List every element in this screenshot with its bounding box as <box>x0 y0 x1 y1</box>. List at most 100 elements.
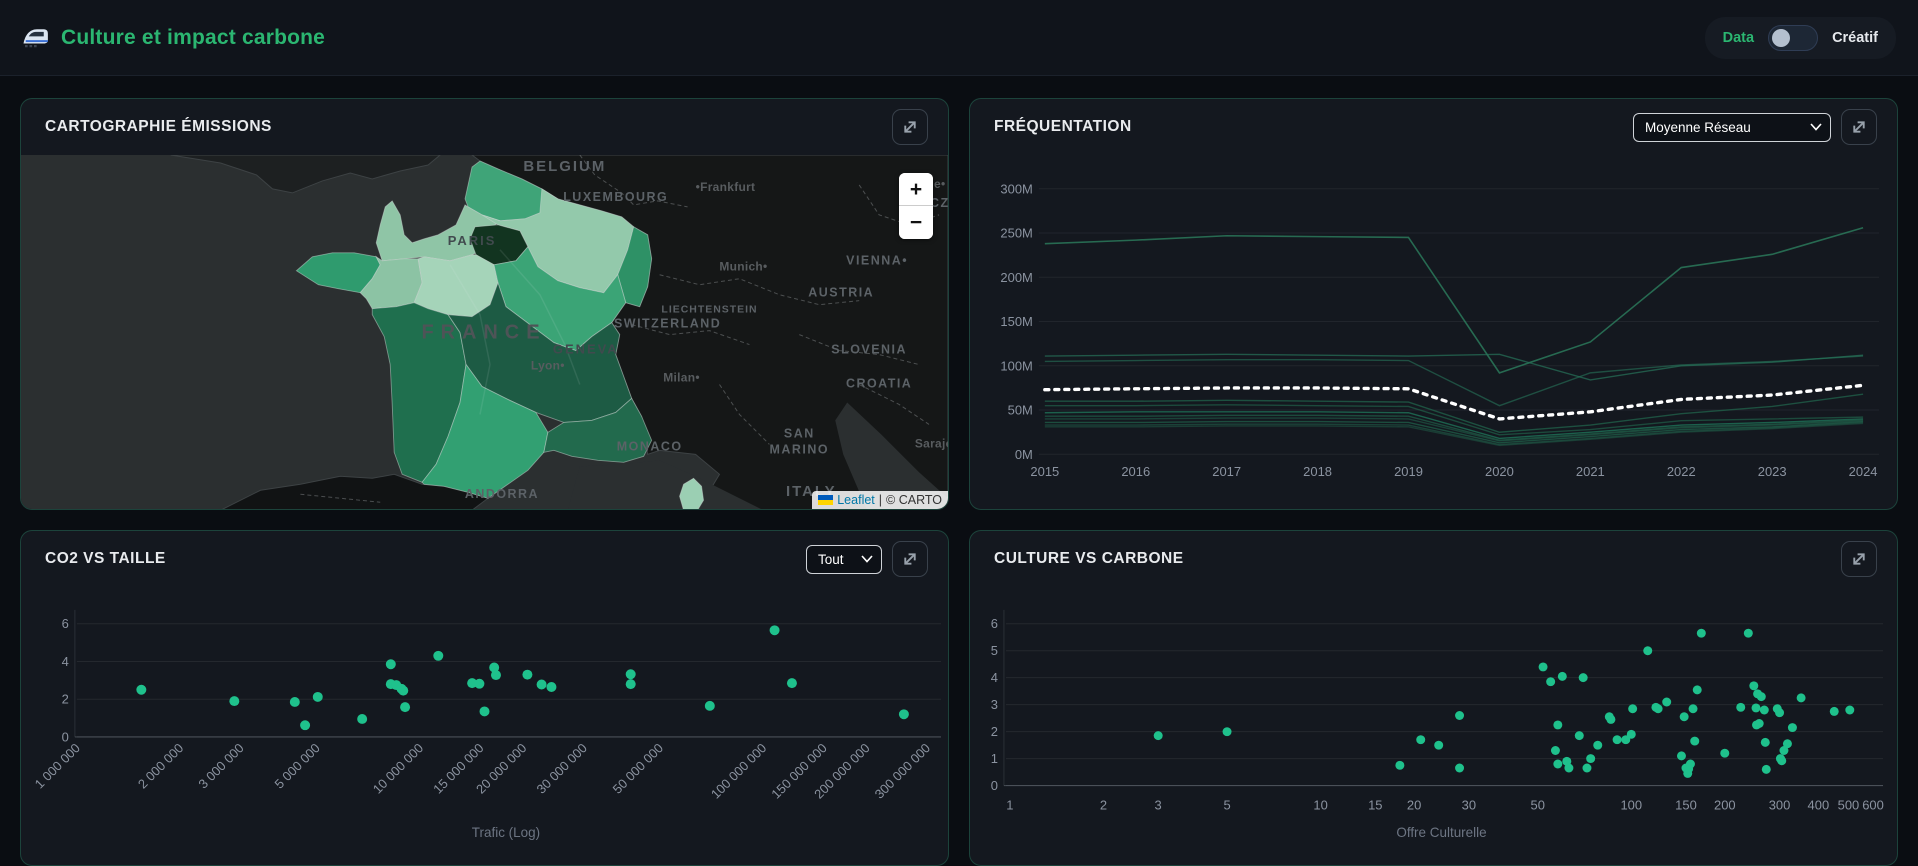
svg-text:3 000 000: 3 000 000 <box>195 740 246 791</box>
svg-text:200: 200 <box>1714 797 1736 812</box>
page-title: Culture et impact carbone <box>61 25 326 49</box>
svg-text:20: 20 <box>1407 797 1421 812</box>
svg-text:10 000 000: 10 000 000 <box>370 740 426 796</box>
svg-text:2015: 2015 <box>1030 464 1059 479</box>
svg-text:2023: 2023 <box>1758 464 1787 479</box>
expand-button[interactable] <box>892 109 928 145</box>
expand-button[interactable] <box>892 541 928 577</box>
svg-text:0M: 0M <box>1015 447 1033 462</box>
attribution-divider: | <box>878 493 883 508</box>
svg-text:50 000 000: 50 000 000 <box>610 740 666 796</box>
map-label: VIENNA• <box>846 254 908 268</box>
svg-text:150: 150 <box>1675 797 1697 812</box>
station-select[interactable]: Moyenne Réseau <box>1633 112 1831 142</box>
map-label: Lyon• <box>531 359 565 373</box>
zoom-in-button[interactable]: + <box>899 173 933 206</box>
svg-text:1: 1 <box>1006 797 1013 812</box>
svg-text:2018: 2018 <box>1303 464 1332 479</box>
ukraine-flag-icon <box>818 495 834 506</box>
panel-co2-header: CO2 VS TAILLE Tout <box>21 531 948 587</box>
svg-text:2: 2 <box>1100 797 1107 812</box>
expand-button[interactable] <box>1841 109 1877 145</box>
panel-cartographie-title: CARTOGRAPHIE ÉMISSIONS <box>45 118 272 135</box>
svg-text:250M: 250M <box>1000 226 1032 241</box>
zoom-out-button[interactable]: − <box>899 206 933 239</box>
svg-text:300 000 000: 300 000 000 <box>872 740 934 801</box>
toggle-label-data[interactable]: Data <box>1723 30 1754 46</box>
expand-icon <box>1853 121 1865 133</box>
map-label: Munich• <box>719 260 767 274</box>
map-label: AUSTRIA <box>808 286 874 300</box>
switch-knob <box>1772 28 1791 47</box>
dashboard-grid: CARTOGRAPHIE ÉMISSIONS BELGIUM LUXEMBOURG… <box>0 76 1918 866</box>
expand-button[interactable] <box>1841 541 1877 577</box>
svg-text:2: 2 <box>991 724 998 739</box>
app-header: Culture et impact carbone Data Créatif <box>0 0 1918 76</box>
map-label: SWITZERLAND <box>614 317 721 331</box>
svg-text:50: 50 <box>1531 797 1545 812</box>
svg-text:10: 10 <box>1313 797 1327 812</box>
svg-text:4: 4 <box>991 670 998 685</box>
svg-text:2019: 2019 <box>1394 464 1423 479</box>
svg-text:150M: 150M <box>1000 314 1032 329</box>
svg-text:3: 3 <box>1155 797 1162 812</box>
svg-text:2016: 2016 <box>1121 464 1150 479</box>
panel-cartographie: CARTOGRAPHIE ÉMISSIONS BELGIUM LUXEMBOURG… <box>20 98 949 510</box>
leaflet-map[interactable]: BELGIUMLUXEMBOURG•FrankfurtPrague•CZECHI… <box>21 155 948 510</box>
panel-frequentation-header: FRÉQUENTATION Moyenne Réseau <box>970 99 1897 155</box>
svg-text:15: 15 <box>1368 797 1382 812</box>
svg-text:100M: 100M <box>1000 358 1032 373</box>
panel-co2-title: CO2 VS TAILLE <box>45 550 166 567</box>
svg-text:1 000 000: 1 000 000 <box>32 740 83 791</box>
svg-text:3: 3 <box>991 697 998 712</box>
svg-text:100 000 000: 100 000 000 <box>708 740 770 801</box>
panel-cartographie-header: CARTOGRAPHIE ÉMISSIONS <box>21 99 948 155</box>
panel-culture-header: CULTURE VS CARBONE <box>970 531 1897 587</box>
co2-scatter-chart[interactable]: 0 2 4 6 1 000 000 2 000 000 3 000 000 5 000 000… <box>21 587 948 865</box>
expand-icon <box>1853 553 1865 565</box>
svg-text:Offre Culturelle: Offre Culturelle <box>1396 825 1486 840</box>
svg-text:0: 0 <box>62 729 69 744</box>
carto-credit: © CARTO <box>886 493 942 508</box>
mode-switch[interactable] <box>1768 24 1819 51</box>
map-label: Milan• <box>663 371 700 385</box>
frequentation-line-chart[interactable]: 0M 50M 100M 150M 200M 250M 300M 2015 2016 2017 201… <box>970 155 1897 509</box>
map-label: CROATIA <box>846 376 912 390</box>
map-label: MONACO <box>617 439 683 453</box>
svg-text:6: 6 <box>991 616 998 631</box>
svg-text:500: 500 <box>1838 797 1860 812</box>
map-label: Sarajevo <box>915 436 948 450</box>
filter-select[interactable]: Tout <box>806 544 882 574</box>
panel-co2-vs-taille: CO2 VS TAILLE Tout 0 2 4 6 1 000 000 2 0… <box>20 530 949 866</box>
brand: Culture et impact carbone <box>22 24 325 51</box>
map-label: LIECHTENSTEIN <box>661 305 757 316</box>
svg-text:5: 5 <box>1223 797 1230 812</box>
svg-text:30 000 000: 30 000 000 <box>533 740 589 796</box>
map-label: SAN <box>784 426 815 440</box>
map-label: PARIS <box>448 233 497 248</box>
svg-text:400: 400 <box>1808 797 1830 812</box>
culture-scatter-chart[interactable]: 01234561 2 3 5 10 15 20 30 50 100 150 200 300 400 500 6… <box>970 587 1897 865</box>
svg-text:30: 30 <box>1462 797 1476 812</box>
svg-text:50M: 50M <box>1008 403 1033 418</box>
station-select-wrap: Moyenne Réseau <box>1633 112 1831 142</box>
svg-text:2024: 2024 <box>1849 464 1878 479</box>
svg-text:5 000 000: 5 000 000 <box>271 740 322 791</box>
svg-text:Trafic (Log): Trafic (Log) <box>472 825 540 840</box>
svg-text:6: 6 <box>62 616 69 631</box>
panel-frequentation: FRÉQUENTATION Moyenne Réseau 0M 50M 100M… <box>969 98 1898 510</box>
map-label: •Frankfurt <box>696 180 756 194</box>
svg-text:2: 2 <box>62 692 69 707</box>
svg-text:600: 600 <box>1862 797 1884 812</box>
svg-text:300M: 300M <box>1000 181 1032 196</box>
map-zoom-control: + − <box>899 173 933 239</box>
mode-toggle: Data Créatif <box>1704 16 1896 59</box>
map-label: LUXEMBOURG <box>563 190 668 204</box>
leaflet-link[interactable]: Leaflet <box>837 493 875 507</box>
map-label: BELGIUM <box>523 158 606 175</box>
svg-text:0: 0 <box>991 778 998 793</box>
filter-select-wrap: Tout <box>806 544 882 574</box>
svg-text:4: 4 <box>62 654 69 669</box>
france-choropleth[interactable]: BELGIUMLUXEMBOURG•FrankfurtPrague•CZECHI… <box>21 155 948 510</box>
toggle-label-creatif[interactable]: Créatif <box>1832 30 1878 46</box>
